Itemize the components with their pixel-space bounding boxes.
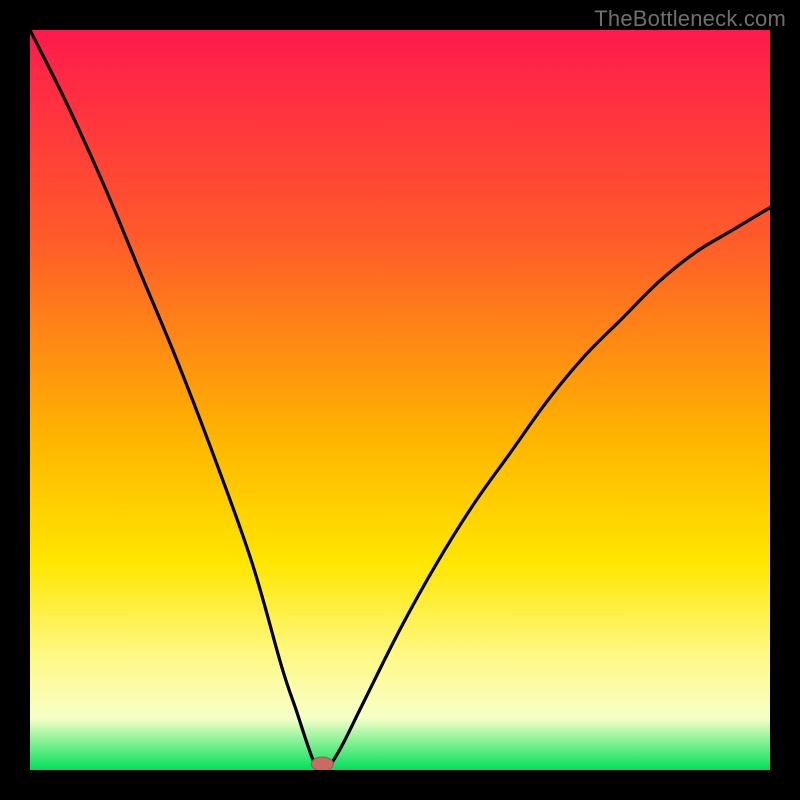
plot-area [30,30,770,770]
chart-frame: TheBottleneck.com [0,0,800,800]
plot-svg [30,30,770,770]
gradient-background [30,30,770,770]
bottleneck-marker [311,757,333,770]
watermark-text: TheBottleneck.com [594,6,786,32]
